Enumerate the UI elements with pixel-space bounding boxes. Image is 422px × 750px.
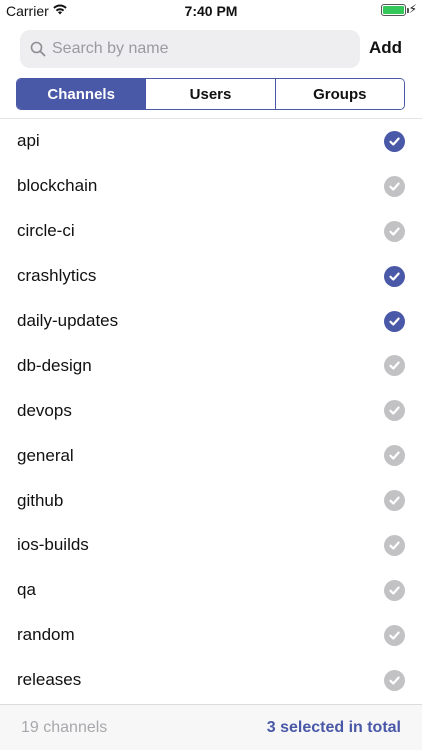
segmented-control: Channels Users Groups xyxy=(16,78,405,110)
checkmark-icon[interactable] xyxy=(384,669,405,691)
checkmark-icon[interactable] xyxy=(384,400,405,422)
channel-name: circle-ci xyxy=(17,221,75,241)
checkmark-icon[interactable] xyxy=(384,131,405,152)
channel-row[interactable]: circle-ci xyxy=(0,209,422,254)
channel-row[interactable]: blockchain xyxy=(0,164,422,209)
status-bar: Carrier 7:40 PM ⚡ xyxy=(0,0,422,22)
checkmark-icon[interactable] xyxy=(384,535,405,557)
checkmark-icon[interactable] xyxy=(384,355,405,377)
channel-list: api blockchain circle-ci crashlytics daily-u… xyxy=(0,118,422,704)
channel-row[interactable]: releases xyxy=(0,658,422,703)
checkmark-icon[interactable] xyxy=(384,445,405,467)
checkmark-icon[interactable] xyxy=(384,220,405,242)
channel-name: db-design xyxy=(17,355,92,375)
channel-row[interactable]: db-design xyxy=(0,343,422,388)
channel-row[interactable]: ios-builds xyxy=(0,523,422,568)
tab-channels[interactable]: Channels xyxy=(17,79,147,109)
search-icon xyxy=(30,41,46,57)
checkmark-icon[interactable] xyxy=(384,265,405,287)
search-input[interactable] xyxy=(52,30,352,68)
selected-total-label[interactable]: 3 selected in total xyxy=(267,719,401,737)
channel-row[interactable]: general xyxy=(0,433,422,478)
checkmark-icon[interactable] xyxy=(384,579,405,601)
channel-row[interactable]: github xyxy=(0,478,422,523)
channel-name: releases xyxy=(17,670,82,690)
channel-row[interactable]: qa xyxy=(0,568,422,613)
channel-name: crashlytics xyxy=(17,266,97,286)
channel-count-label: 19 channels xyxy=(21,719,108,736)
charging-bolt-icon: ⚡ xyxy=(408,2,417,16)
checkmark-icon[interactable] xyxy=(384,175,405,197)
add-button[interactable]: Add xyxy=(369,38,402,58)
channel-name: daily-updates xyxy=(17,311,119,330)
tab-groups[interactable]: Groups xyxy=(275,79,404,109)
channel-row[interactable]: devops xyxy=(0,388,422,433)
checkmark-icon[interactable] xyxy=(384,624,405,646)
status-time: 7:40 PM xyxy=(184,3,238,19)
channel-name: blockchain xyxy=(17,176,98,196)
channel-name: random xyxy=(17,625,75,645)
channel-name: qa xyxy=(17,580,36,600)
footer-bar: 19 channels 3 selected in total xyxy=(0,704,422,750)
channel-name: ios-builds xyxy=(17,535,89,555)
battery-icon xyxy=(381,4,409,16)
search-row: Add xyxy=(0,30,422,68)
channel-row[interactable]: random xyxy=(0,613,422,658)
tab-users[interactable]: Users xyxy=(146,79,276,109)
channel-row[interactable]: daily-updates xyxy=(0,299,422,344)
channel-name: github xyxy=(17,490,64,510)
channel-name: api xyxy=(17,131,40,151)
search-bar[interactable] xyxy=(20,30,360,68)
checkmark-icon[interactable] xyxy=(384,490,405,512)
checkmark-icon[interactable] xyxy=(384,310,405,332)
channel-name: general xyxy=(17,445,74,465)
channel-row[interactable]: api xyxy=(0,119,422,164)
channel-row[interactable]: crashlytics xyxy=(0,254,422,299)
channel-name: devops xyxy=(17,400,72,420)
